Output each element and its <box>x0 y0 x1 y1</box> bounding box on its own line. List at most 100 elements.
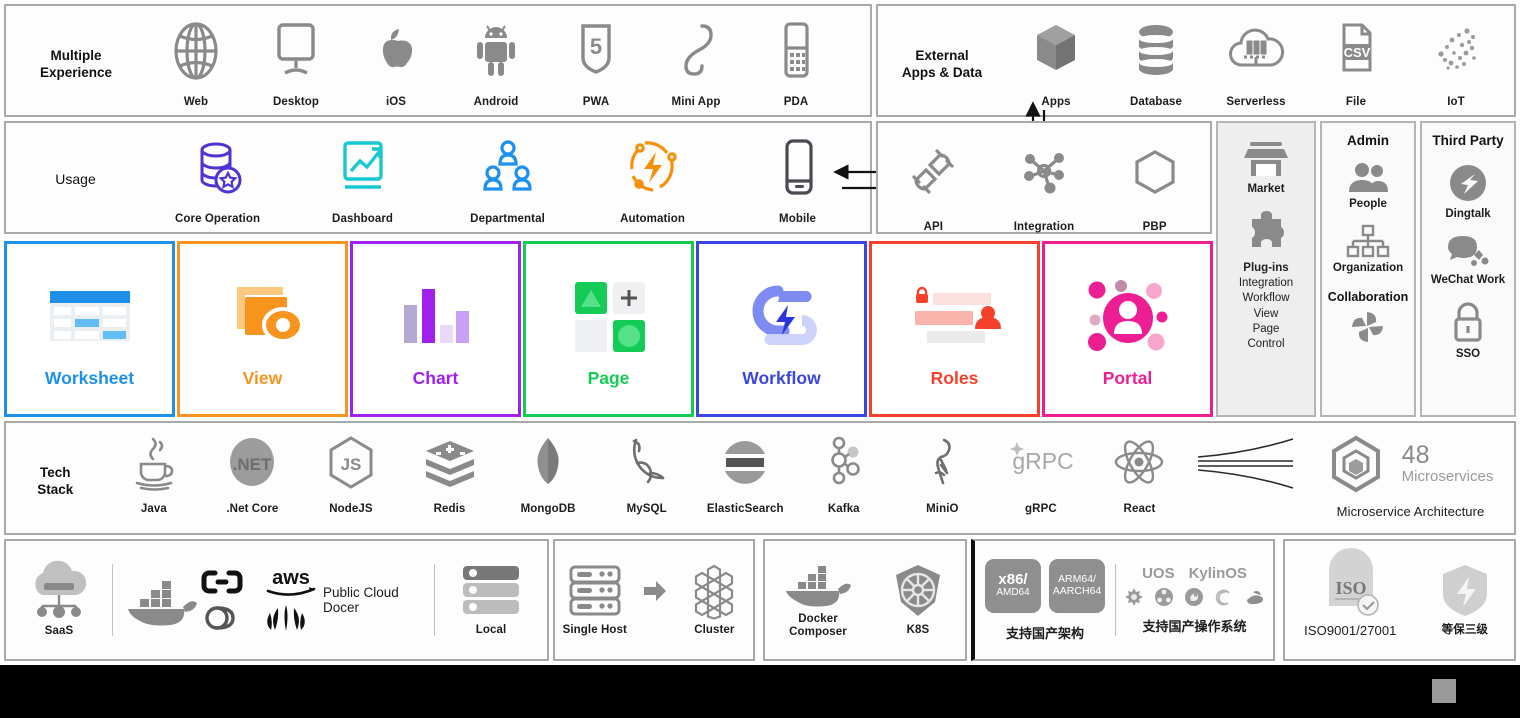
module-card-roles[interactable]: Roles <box>869 241 1040 417</box>
module-label: Portal <box>1102 367 1153 388</box>
tech-item-nodejs[interactable]: JS NodeJS <box>302 435 401 516</box>
iot-dots-icon <box>1429 20 1483 82</box>
tech-item-grpc[interactable]: gRPC gRPC <box>992 435 1091 516</box>
react-atom-icon <box>1112 435 1166 491</box>
external-label: IoT <box>1447 96 1465 108</box>
side-label: Market <box>1247 183 1285 195</box>
experience-item-android[interactable]: Android <box>446 20 546 109</box>
platform-interfaces-panel: API Integration PBP <box>876 121 1212 234</box>
microservice-fan-icon-wrap <box>1189 435 1307 491</box>
redhat-icon <box>1246 591 1263 605</box>
multiple-experience-label: Multiple Experience <box>39 48 113 80</box>
tech-item-react[interactable]: React <box>1090 435 1189 516</box>
side-item-plugins[interactable]: Plug-ins Integration Workflow View Page … <box>1239 210 1293 352</box>
tech-label: Redis <box>433 503 466 515</box>
external-item-serverless[interactable]: Serverless <box>1206 20 1306 109</box>
multiple-experience-panel: Multiple Experience Web Desktop iOS Andr… <box>4 4 872 117</box>
deepin-icon <box>1184 588 1203 606</box>
experience-item-pda[interactable]: PDA <box>746 20 846 109</box>
module-card-view[interactable]: View <box>177 241 348 417</box>
cert-item-iso[interactable]: ISO ISO9001/27001 <box>1304 547 1396 639</box>
module-card-portal[interactable]: Portal <box>1042 241 1213 417</box>
usage-item-dashboard[interactable]: Dashboard <box>290 137 435 226</box>
side-item-organization[interactable]: Organization <box>1333 224 1403 274</box>
certification-panel: ISO ISO9001/27001 等保三级 <box>1283 539 1516 661</box>
interface-item-integration[interactable]: Integration <box>994 145 1094 234</box>
svg-text:.NET: .NET <box>233 455 272 474</box>
server-rack-icon <box>455 562 527 620</box>
grpc-wordmark-icon: gRPC <box>1006 435 1076 491</box>
interface-item-api[interactable]: API <box>883 145 983 234</box>
serverless-cloud-icon <box>1228 20 1285 82</box>
experience-item-web[interactable]: Web <box>146 20 246 109</box>
tech-stack-panel: Tech Stack Java .NET .Net Core JS NodeJS… <box>4 421 1516 535</box>
deploy-item-k8s[interactable]: K8S <box>886 562 950 637</box>
deploy-item-single-host[interactable]: Single Host <box>563 562 627 637</box>
deploy-label: Single Host <box>562 624 627 637</box>
side-label: Dingtalk <box>1445 208 1491 220</box>
saas-cloud-local-panel: SaaS aws Public Cloud Docer Local <box>4 539 549 661</box>
external-apps-data-panel: External Apps & Data Apps Database Serve… <box>876 4 1516 117</box>
iso-badge-icon: ISO <box>1313 547 1387 620</box>
microservice-architecture-item[interactable]: 48 Microservices Microservice Architectu… <box>1307 435 1514 520</box>
side-label: SSO <box>1455 348 1481 360</box>
tech-item-mysql[interactable]: MySQL <box>597 435 696 516</box>
usage-item-departmental[interactable]: Departmental <box>435 137 580 226</box>
side-item-people[interactable]: People <box>1344 162 1392 210</box>
side-item-market[interactable]: Market <box>1242 139 1290 195</box>
dotnet-icon: .NET <box>222 435 282 491</box>
usage-item-automation[interactable]: Automation <box>580 137 725 226</box>
tech-item-kafka[interactable]: Kafka <box>795 435 894 516</box>
external-item-database[interactable]: Database <box>1106 20 1206 109</box>
docker-whale-icon <box>123 569 201 631</box>
database-star-icon <box>189 137 247 201</box>
cluster-hex-icon <box>683 562 745 621</box>
tech-item-redis[interactable]: Redis <box>400 435 499 516</box>
page-tiles-icon <box>563 270 655 362</box>
usage-item-core-operation[interactable]: Core Operation <box>145 137 290 226</box>
tech-item-minio[interactable]: MiniO <box>893 435 992 516</box>
cert-item-dengbao[interactable]: 等保三级 <box>1435 562 1495 637</box>
mysql-dolphin-icon <box>620 435 674 491</box>
module-card-chart[interactable]: Chart <box>350 241 521 417</box>
deploy-item-docker-composer[interactable]: Docker Composer <box>780 561 856 639</box>
arch-badge-top: x86/ <box>998 571 1028 589</box>
experience-item-pwa[interactable]: 5 PWA <box>546 20 646 109</box>
tech-item-elasticsearch[interactable]: ElasticSearch <box>696 435 795 516</box>
module-card-page[interactable]: Page <box>523 241 694 417</box>
interface-item-pbp[interactable]: PBP <box>1105 145 1205 234</box>
module-card-workflow[interactable]: Workflow <box>696 241 867 417</box>
module-label: Workflow <box>742 367 821 388</box>
external-item-apps[interactable]: Apps <box>1006 20 1106 109</box>
side-item-sso[interactable]: SSO <box>1448 300 1488 360</box>
tech-item-java[interactable]: Java <box>105 435 204 516</box>
side-item-dingtalk[interactable]: Dingtalk <box>1445 162 1491 220</box>
domestic-os-group[interactable]: UOS KylinOS 支持国产操作系统 <box>1116 565 1273 635</box>
tech-label: React <box>1123 503 1156 515</box>
deploy-item-cluster[interactable]: Cluster <box>683 562 745 637</box>
external-item-file[interactable]: CSV File <box>1306 20 1406 109</box>
external-apps-label: External Apps & Data <box>901 48 983 80</box>
domestic-arch-group[interactable]: x86/ AMD64 ARM64/ AARCH64 支持国产架构 <box>975 558 1115 642</box>
experience-item-mini-app[interactable]: Mini App <box>646 20 746 109</box>
experience-item-desktop[interactable]: Desktop <box>246 20 346 109</box>
public-cloud-group[interactable]: aws Public Cloud Docer <box>113 567 434 633</box>
hosting-panel: Single Host Cluster <box>553 539 755 661</box>
plug-connector-icon <box>907 145 959 199</box>
third-party-title: Third Party <box>1432 133 1504 148</box>
mongodb-leaf-icon <box>526 435 570 491</box>
minio-flamingo-icon <box>922 435 962 491</box>
puzzle-piece-icon <box>1242 210 1290 255</box>
deploy-item-local[interactable]: Local <box>435 562 547 637</box>
experience-item-ios[interactable]: iOS <box>346 20 446 109</box>
tech-item-dotnet[interactable]: .NET .Net Core <box>203 435 302 516</box>
public-cloud-label: Public Cloud Docer <box>323 585 399 615</box>
tech-label: .Net Core <box>226 503 279 515</box>
tech-item-mongodb[interactable]: MongoDB <box>499 435 598 516</box>
external-item-iot[interactable]: IoT <box>1406 20 1506 109</box>
side-item-wechat-work[interactable]: WeChat Work <box>1431 232 1505 286</box>
module-card-worksheet[interactable]: Worksheet <box>4 241 175 417</box>
deploy-item-saas[interactable]: SaaS <box>6 561 112 638</box>
elasticsearch-icon <box>720 435 770 491</box>
usage-label: Usage <box>55 171 96 187</box>
